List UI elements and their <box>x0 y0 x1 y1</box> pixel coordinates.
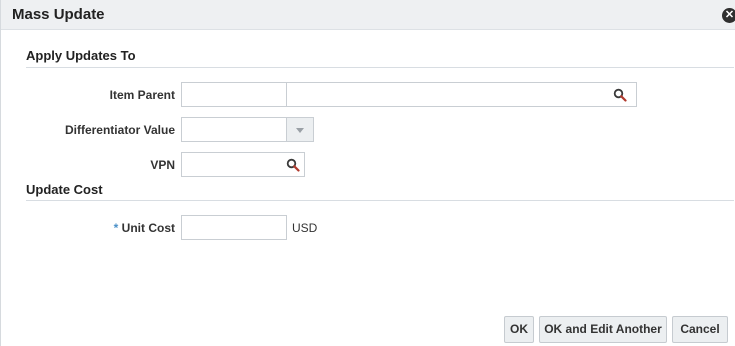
item-parent-input[interactable] <box>181 82 287 107</box>
section-header-apply-updates: Apply Updates To <box>26 48 136 63</box>
required-marker: * <box>113 221 119 235</box>
differentiator-dropdown-button[interactable] <box>286 117 314 142</box>
dialog-title: Mass Update <box>12 6 105 23</box>
differentiator-value-select[interactable] <box>181 117 287 142</box>
close-icon[interactable]: ✕ <box>722 8 735 23</box>
ok-and-edit-another-button[interactable]: OK and Edit Another <box>539 316 667 343</box>
vpn-label: VPN <box>150 158 175 172</box>
section-divider <box>26 67 734 68</box>
vpn-field[interactable] <box>181 152 305 177</box>
currency-label: USD <box>292 221 318 235</box>
item-parent-label: Item Parent <box>109 88 175 102</box>
chevron-down-icon <box>296 128 304 133</box>
section-divider <box>26 200 734 201</box>
cancel-button[interactable]: Cancel <box>672 316 728 343</box>
search-icon[interactable] <box>613 88 627 102</box>
dialog-title-bar: Mass Update ✕ <box>1 0 735 30</box>
section-header-update-cost: Update Cost <box>26 182 103 197</box>
ok-button[interactable]: OK <box>504 316 534 343</box>
search-icon[interactable] <box>286 158 300 172</box>
unit-cost-label: * Unit Cost <box>21 221 175 235</box>
unit-cost-label-text: Unit Cost <box>121 221 175 235</box>
unit-cost-input[interactable] <box>181 215 287 240</box>
differentiator-value-label: Differentiator Value <box>64 123 175 137</box>
mass-update-dialog: Mass Update ✕ Apply Updates To Item Pare… <box>0 0 735 346</box>
item-parent-description-field[interactable] <box>286 82 637 107</box>
